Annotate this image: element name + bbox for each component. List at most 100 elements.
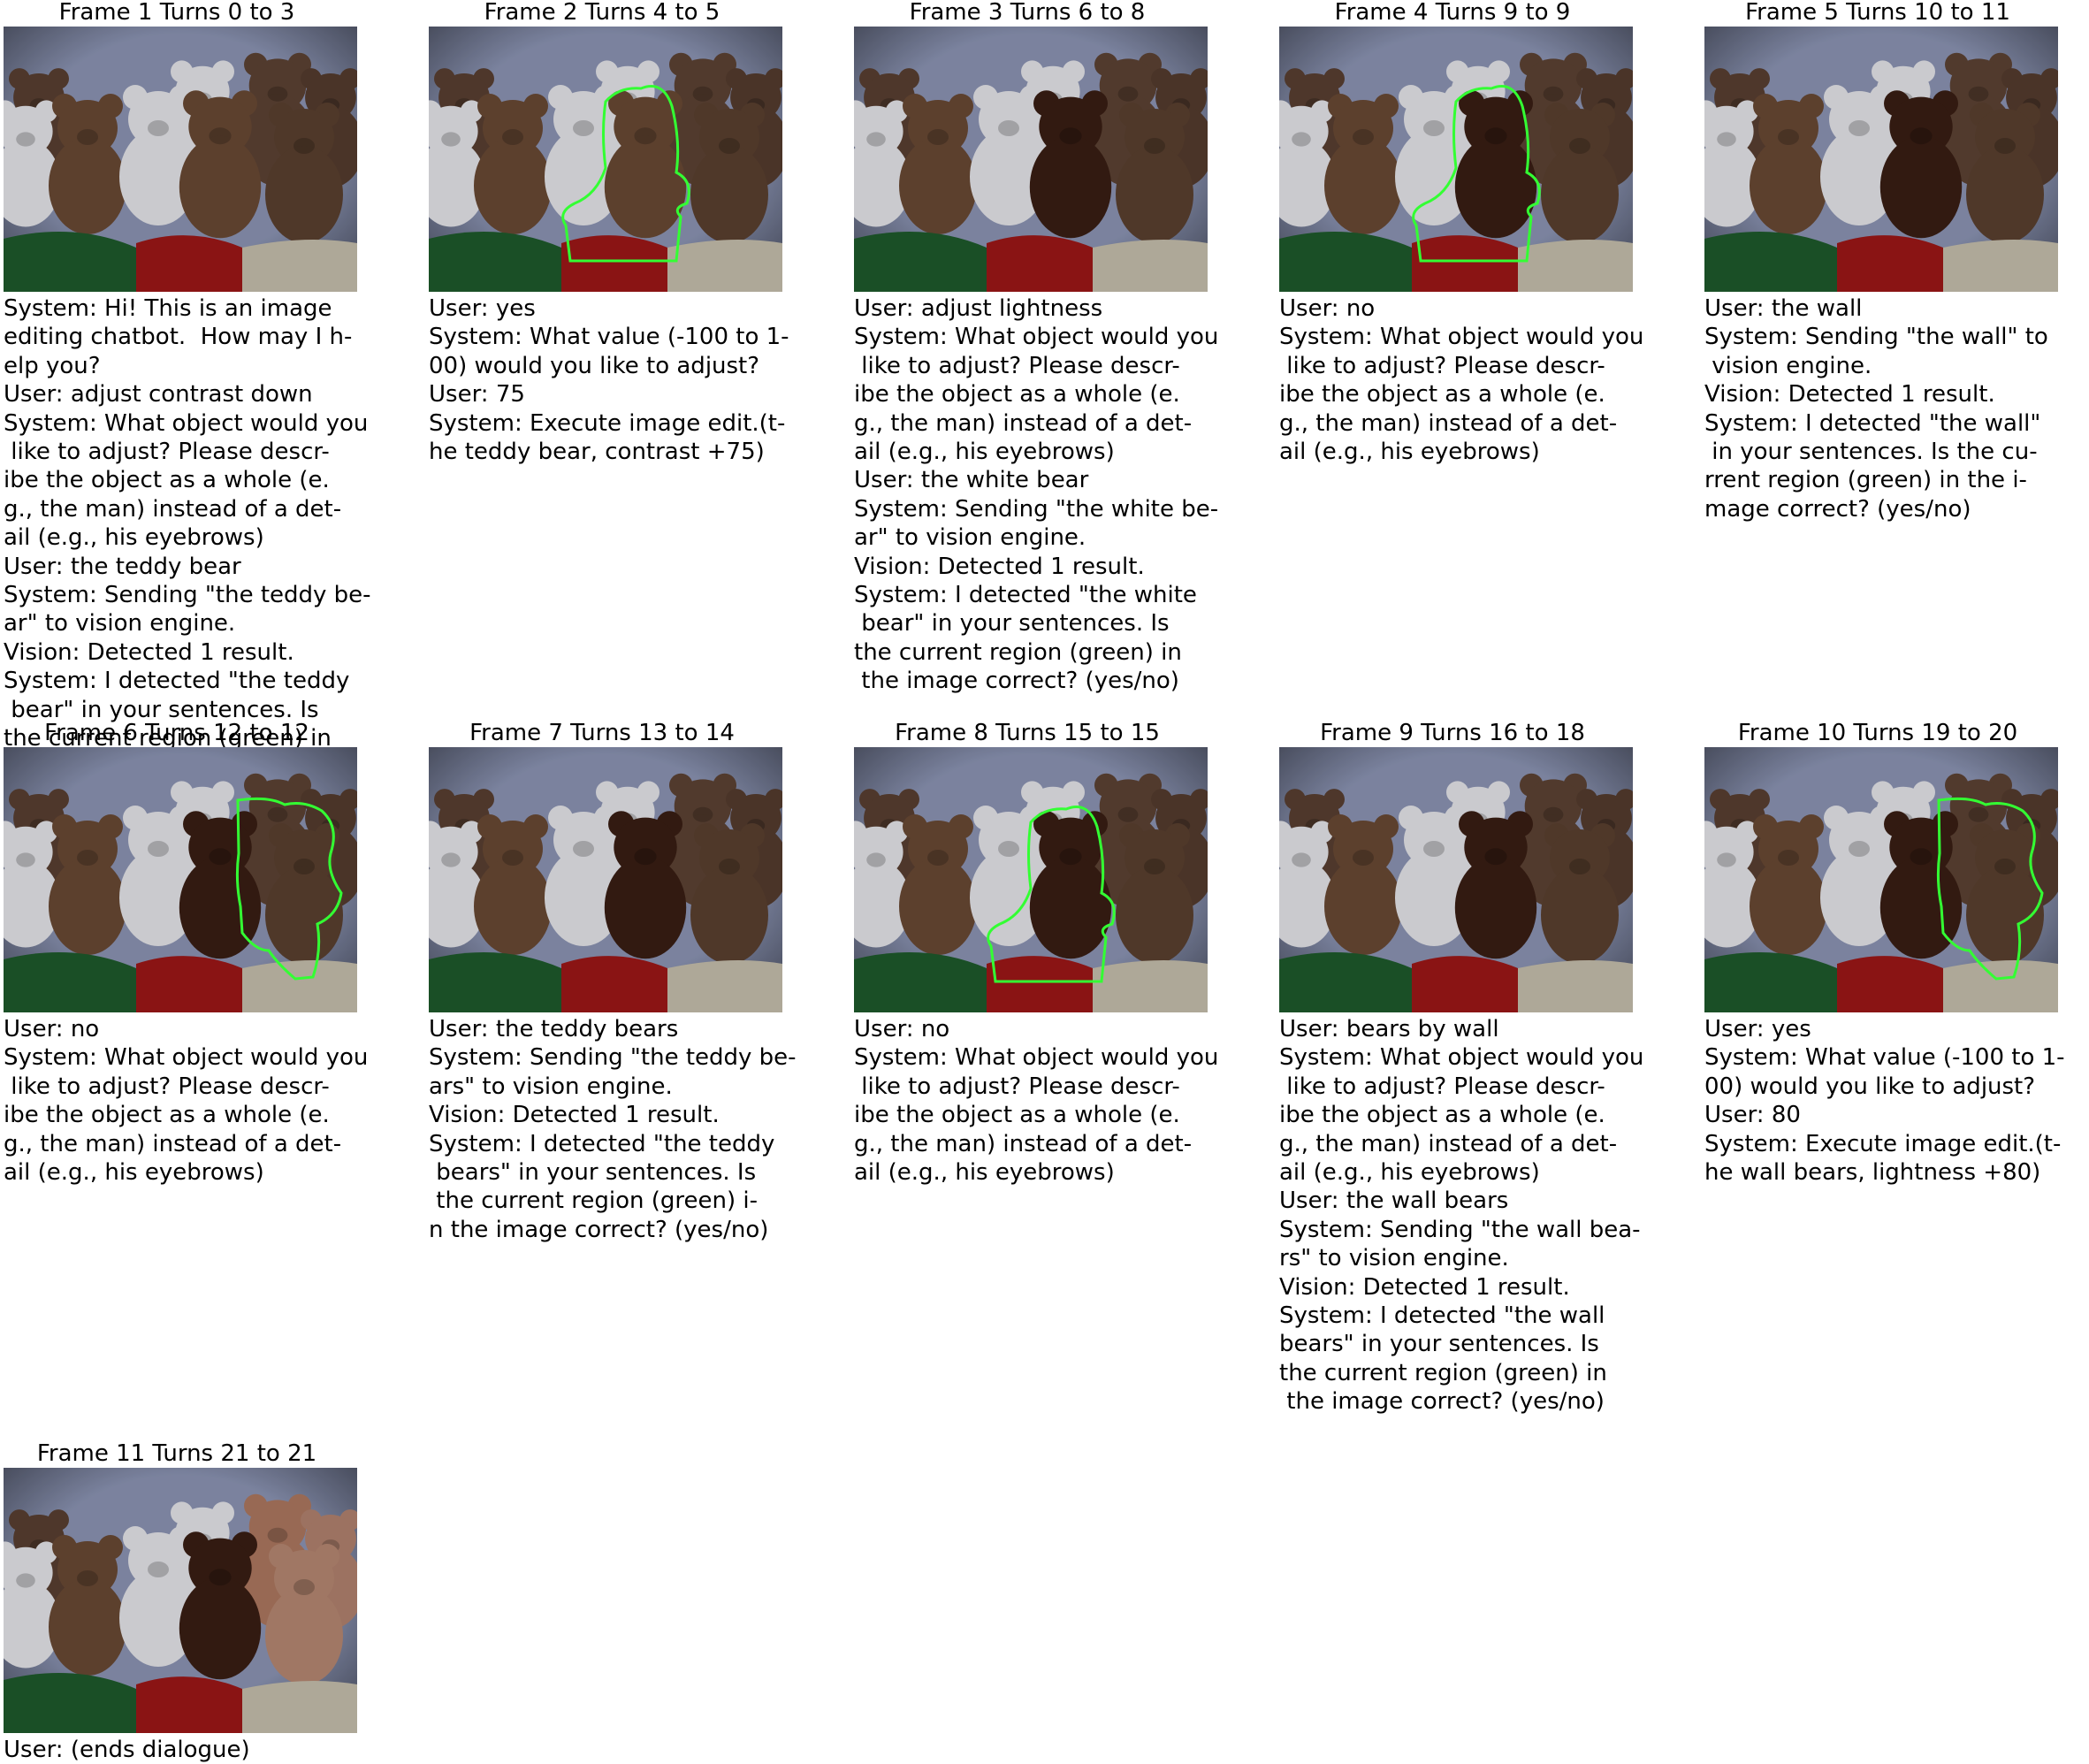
frame-image — [1704, 27, 2058, 292]
dialogue-line: bears" in your sentences. Is — [1279, 1331, 1599, 1358]
dialogue-line: g., the man) instead of a det- — [4, 495, 342, 523]
dialogue-line: the current region (green) in — [854, 638, 1182, 666]
frame-image — [4, 27, 357, 292]
dialogue-line: g., the man) instead of a det- — [854, 1130, 1193, 1157]
dialogue-line: User: 80 — [1704, 1102, 1801, 1129]
frame-title: Frame 11 Turns 21 to 21 — [36, 1440, 317, 1467]
dialogue-line: User: adjust contrast down — [4, 381, 313, 409]
dialogue-line: System: I detected "the wall — [1279, 1302, 1605, 1330]
dialogue-line: ibe the object as a whole (e. — [1279, 381, 1605, 409]
teddy-bears-photo — [4, 1468, 357, 1733]
dialogue-text: User: no System: What object would you li… — [1279, 294, 1686, 466]
dialogue-line: Vision: Detected 1 result. — [429, 1102, 720, 1129]
frame-title: Frame 8 Turns 15 to 15 — [895, 720, 1160, 746]
dialogue-line: g., the man) instead of a det- — [1279, 1130, 1618, 1157]
dialogue-line: System: What object would you — [4, 1044, 369, 1072]
dialogue-text: User: yes System: What value (-100 to 1- 0… — [429, 294, 835, 466]
dialogue-line: System: What value (-100 to 1- — [429, 324, 789, 351]
dialogue-line: User: 75 — [429, 381, 525, 409]
dialogue-line: ail (e.g., his eyebrows) — [854, 1159, 1115, 1187]
frame-image — [1704, 747, 2058, 1012]
dialogue-line: rs" to vision engine. — [1279, 1245, 1509, 1272]
dialogue-line: System: What object would you — [854, 324, 1219, 351]
dialogue-text: User: (ends dialogue) — [4, 1736, 410, 1764]
dialogue-line: like to adjust? Please descr- — [4, 1073, 330, 1100]
dialogue-line: System: Execute image edit.(t- — [429, 409, 786, 437]
dialogue-line: ail (e.g., his eyebrows) — [854, 439, 1115, 466]
dialogue-line: User: adjust lightness — [854, 295, 1103, 322]
dialogue-line: in your sentences. Is the cu- — [1704, 439, 2038, 466]
dialogue-line: ibe the object as a whole (e. — [854, 381, 1180, 409]
dialogue-line: System: I detected "the wall" — [1704, 409, 2041, 437]
dialogue-line: g., the man) instead of a det- — [4, 1130, 342, 1157]
dialogue-line: ail (e.g., his eyebrows) — [1279, 1159, 1540, 1187]
dialogue-line: User: the teddy bears — [429, 1016, 679, 1042]
dialogue-line: Vision: Detected 1 result. — [1279, 1273, 1570, 1301]
dialogue-text: User: adjust lightness System: What objec… — [854, 294, 1261, 696]
dialogue-line: ars" to vision engine. — [429, 1073, 673, 1100]
frame-title: Frame 4 Turns 9 to 9 — [1334, 0, 1571, 26]
frame-image — [854, 747, 1208, 1012]
frame-title: Frame 6 Turns 12 to 12 — [44, 720, 309, 746]
frame-image — [1279, 27, 1633, 292]
frame-image — [854, 27, 1208, 292]
dialogue-line: like to adjust? Please descr- — [854, 352, 1180, 379]
dialogue-line: User: bears by wall — [1279, 1016, 1499, 1042]
dialogue-text: User: bears by wall System: What object w… — [1279, 1015, 1686, 1417]
dialogue-text: User: no System: What object would you li… — [854, 1015, 1261, 1187]
frame-image — [4, 747, 357, 1012]
frame-image — [1279, 747, 1633, 1012]
dialogue-line: he wall bears, lightness +80) — [1704, 1159, 2041, 1187]
dialogue-text: User: the wall System: Sending "the wall"… — [1704, 294, 2089, 523]
dialogue-line: ibe the object as a whole (e. — [1279, 1102, 1605, 1129]
frame-title: Frame 9 Turns 16 to 18 — [1320, 720, 1585, 746]
dialogue-line: the image correct? (yes/no) — [854, 668, 1179, 695]
dialogue-line: g., the man) instead of a det- — [1279, 409, 1618, 437]
dialogue-line: System: Hi! This is an image — [4, 295, 332, 322]
dialogue-line: like to adjust? Please descr- — [1279, 1073, 1605, 1100]
teddy-bears-photo — [1279, 27, 1633, 292]
dialogue-line: Vision: Detected 1 result. — [4, 638, 294, 666]
dialogue-line: System: What object would you — [854, 1044, 1219, 1072]
dialogue-line: System: Sending "the white be- — [854, 495, 1219, 523]
dialogue-line: User: the teddy bear — [4, 553, 241, 580]
dialogue-line: vision engine. — [1704, 352, 1872, 379]
frame-image — [429, 747, 782, 1012]
dialogue-line: System: Sending "the wall bea- — [1279, 1216, 1641, 1243]
dialogue-text: User: no System: What object would you li… — [4, 1015, 410, 1187]
dialogue-line: mage correct? (yes/no) — [1704, 495, 1971, 523]
dialogue-line: n the image correct? (yes/no) — [429, 1216, 769, 1243]
dialogue-line: User: the wall — [1704, 295, 1863, 322]
teddy-bears-photo — [854, 747, 1208, 1012]
dialogue-line: System: Sending "the teddy be- — [429, 1044, 797, 1072]
dialogue-line: ibe the object as a whole (e. — [4, 1102, 330, 1129]
teddy-bears-photo — [1279, 747, 1633, 1012]
dialogue-line: bears" in your sentences. Is — [429, 1159, 757, 1187]
dialogue-line: User: (ends dialogue) — [4, 1737, 250, 1763]
dialogue-line: System: I detected "the teddy — [429, 1130, 775, 1157]
dialogue-line: he teddy bear, contrast +75) — [429, 439, 765, 466]
dialogue-line: User: no — [1279, 295, 1376, 322]
dialogue-line: 00) would you like to adjust? — [1704, 1073, 2036, 1100]
dialogue-text: System: Hi! This is an image editing chat… — [4, 294, 410, 753]
dialogue-line: the image correct? (yes/no) — [1279, 1388, 1605, 1416]
dialogue-line: ibe the object as a whole (e. — [4, 467, 330, 494]
dialogue-line: System: What object would you — [1279, 324, 1644, 351]
frame-title: Frame 1 Turns 0 to 3 — [58, 0, 295, 26]
dialogue-line: ail (e.g., his eyebrows) — [1279, 439, 1540, 466]
teddy-bears-photo — [1704, 27, 2058, 292]
dialogue-line: System: Execute image edit.(t- — [1704, 1130, 2062, 1157]
dialogue-line: editing chatbot. How may I h- — [4, 324, 353, 351]
dialogue-text: User: the teddy bears System: Sending "th… — [429, 1015, 835, 1244]
frame-title: Frame 2 Turns 4 to 5 — [484, 0, 720, 26]
frame-title: Frame 5 Turns 10 to 11 — [1745, 0, 2010, 26]
frame-image — [429, 27, 782, 292]
dialogue-line: 00) would you like to adjust? — [429, 352, 760, 379]
frame-image — [4, 1468, 357, 1733]
dialogue-line: User: the wall bears — [1279, 1187, 1509, 1215]
dialogue-line: ibe the object as a whole (e. — [854, 1102, 1180, 1129]
dialogue-line: like to adjust? Please descr- — [854, 1073, 1180, 1100]
dialogue-line: User: yes — [429, 295, 536, 322]
dialogue-line: like to adjust? Please descr- — [1279, 352, 1605, 379]
teddy-bears-photo — [1704, 747, 2058, 1012]
